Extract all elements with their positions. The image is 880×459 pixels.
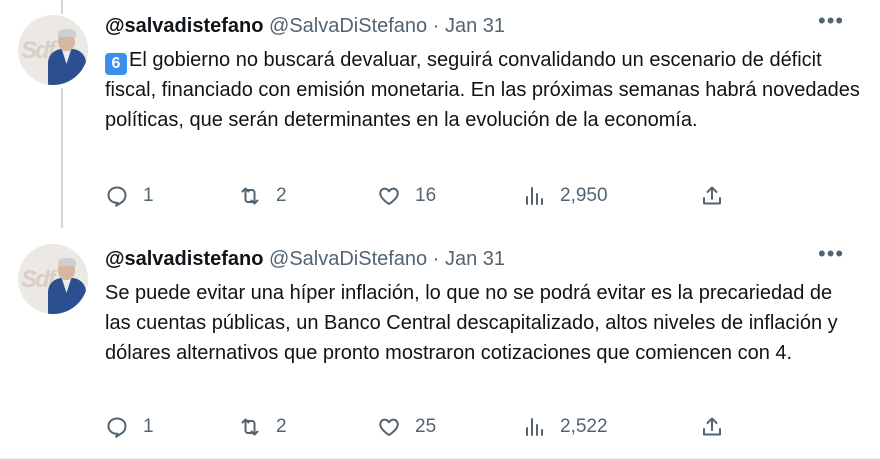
views-count: 2,522: [560, 416, 608, 437]
like-icon: [379, 187, 399, 205]
separator: ·: [432, 248, 440, 270]
retweet-count: 2: [276, 185, 287, 206]
more-icon[interactable]: •••: [818, 243, 844, 267]
retweet-button[interactable]: 2: [238, 412, 287, 442]
share-icon: [703, 186, 721, 205]
tweet-actions: 1 2 16 2,950: [0, 181, 880, 211]
like-icon: [379, 418, 399, 436]
like-button[interactable]: 16: [377, 181, 436, 211]
tweet-text: Se puede evitar una híper inflación, lo …: [105, 278, 860, 368]
tweet-date[interactable]: Jan 31: [445, 248, 505, 270]
separator: ·: [432, 15, 440, 37]
more-icon[interactable]: •••: [818, 10, 844, 34]
tweet[interactable]: Sdf @salvadistefano @SalvaDiStefano · Ja…: [0, 230, 880, 459]
views-button[interactable]: 2,522: [522, 412, 608, 442]
handle[interactable]: @SalvaDiStefano: [269, 248, 427, 270]
tweet-text: 6 El gobierno no buscará devaluar, seguir…: [105, 45, 860, 135]
like-count: 25: [415, 416, 437, 437]
thread-connector: [61, 0, 63, 14]
username[interactable]: @salvadistefano: [105, 248, 263, 270]
retweet-count: 2: [276, 416, 287, 437]
avatar[interactable]: Sdf: [18, 244, 88, 314]
retweet-icon: [241, 418, 259, 436]
views-count: 2,950: [560, 185, 608, 206]
tweet-header: @salvadistefano @SalvaDiStefano · Jan 31: [105, 247, 505, 271]
like-button[interactable]: 25: [377, 412, 436, 442]
retweet-button[interactable]: 2: [238, 181, 287, 211]
username[interactable]: @salvadistefano: [105, 15, 263, 37]
handle[interactable]: @SalvaDiStefano: [269, 15, 427, 37]
reply-count: 1: [143, 185, 154, 206]
reply-count: 1: [143, 416, 154, 437]
like-count: 16: [415, 185, 437, 206]
tweet-feed: Sdf @salvadistefano @SalvaDiStefano · Ja…: [0, 0, 880, 459]
tweet[interactable]: Sdf @salvadistefano @SalvaDiStefano · Ja…: [0, 0, 880, 228]
share-button[interactable]: [700, 181, 724, 211]
reply-icon: [107, 186, 127, 207]
views-icon: [526, 187, 543, 205]
tweet-header: @salvadistefano @SalvaDiStefano · Jan 31: [105, 14, 505, 38]
retweet-icon: [241, 187, 259, 205]
views-button[interactable]: 2,950: [522, 181, 608, 211]
share-button[interactable]: [700, 412, 724, 442]
tweet-body: Se puede evitar una híper inflación, lo …: [105, 282, 838, 364]
tweet-actions: 1 2 25 2,522: [0, 412, 880, 442]
tweet-body: El gobierno no buscará devaluar, seguirá…: [105, 49, 860, 131]
reply-button[interactable]: 1: [105, 412, 154, 442]
views-icon: [526, 418, 543, 436]
reply-button[interactable]: 1: [105, 181, 154, 211]
avatar[interactable]: Sdf: [18, 15, 88, 85]
reply-icon: [107, 417, 127, 438]
share-icon: [703, 417, 721, 436]
keycap-number-emoji: 6: [105, 53, 127, 75]
tweet-date[interactable]: Jan 31: [445, 15, 505, 37]
